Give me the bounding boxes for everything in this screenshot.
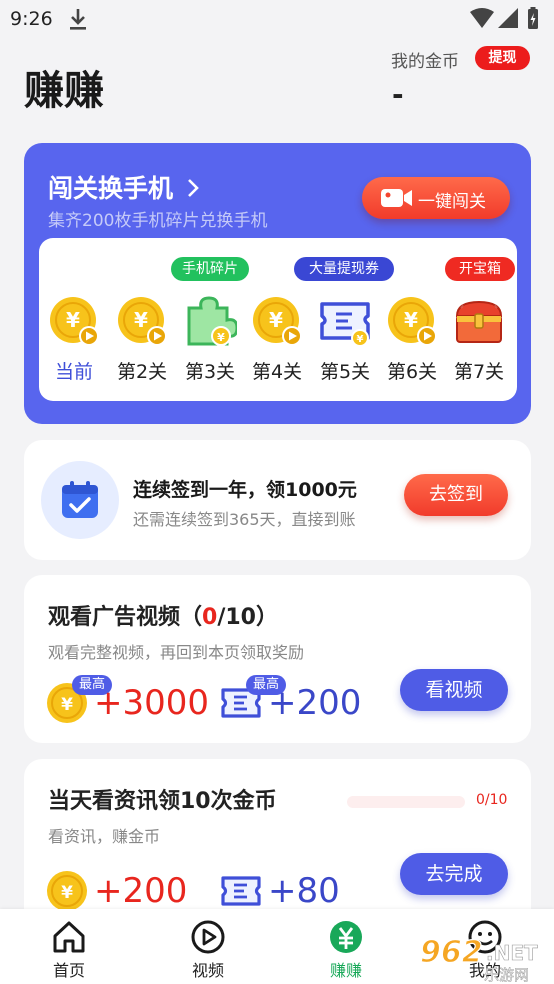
nav-label: 首页 bbox=[52, 961, 85, 980]
watermark-logo: 962 .NET 乐游网 bbox=[419, 934, 538, 984]
title-suffix: /10） bbox=[217, 605, 278, 630]
levels-panel: ¥ 当前 ¥ 第2关 手机碎片 ¥ 第3关 ¥ 第4关 大量提现券 ¥ 第5关 … bbox=[39, 238, 517, 401]
watch-video-button[interactable]: 看视频 bbox=[400, 669, 508, 711]
treasure-tag: 开宝箱 bbox=[445, 257, 515, 281]
voucher-icon: ¥ bbox=[320, 302, 370, 347]
video-task-subtitle: 观看完整视频，再回到本页领取奖励 bbox=[48, 643, 305, 662]
voucher-reward: 最高 +200 bbox=[220, 675, 380, 725]
cell-signal-icon bbox=[498, 8, 518, 28]
voucher-reward-value: +80 bbox=[268, 871, 340, 911]
complete-news-button[interactable]: 去完成 bbox=[400, 853, 508, 895]
level-name: 第5关 bbox=[319, 361, 371, 383]
challenge-title-link[interactable]: 闯关换手机 bbox=[48, 169, 200, 205]
svg-text:.NET: .NET bbox=[486, 941, 538, 965]
signal-battery-icons bbox=[470, 7, 538, 29]
coin-reward-value: +200 bbox=[94, 871, 188, 911]
coin-play-icon: ¥ bbox=[253, 297, 302, 346]
one-key-label: 一键闯关 bbox=[418, 192, 486, 212]
calendar-badge bbox=[41, 461, 119, 539]
nav-label: 视频 bbox=[191, 961, 224, 980]
checkin-title: 连续签到一年，领1000元 bbox=[133, 479, 357, 501]
nav-home[interactable]: 首页 bbox=[29, 909, 109, 984]
nav-label: 赚赚 bbox=[329, 961, 362, 980]
svg-text:¥: ¥ bbox=[404, 308, 418, 332]
svg-text:¥: ¥ bbox=[134, 308, 148, 332]
checkin-button[interactable]: 去签到 bbox=[404, 474, 508, 516]
coin-reward: ¥ 最高 +3000 bbox=[46, 675, 226, 725]
challenge-subtitle: 集齐200枚手机碎片兑换手机 bbox=[48, 211, 268, 231]
coin-play-icon: ¥ bbox=[50, 297, 99, 346]
news-task-subtitle: 看资讯，赚金币 bbox=[48, 827, 161, 846]
voucher-icon bbox=[221, 876, 261, 906]
news-task-card: 当天看资讯领10次金币 0/10 看资讯，赚金币 ¥ +200 +80 去完成 bbox=[24, 759, 531, 919]
video-play-icon bbox=[191, 920, 225, 954]
nav-video[interactable]: 视频 bbox=[168, 909, 248, 984]
watched-count: 0 bbox=[202, 605, 218, 630]
nav-earn[interactable]: 赚赚 bbox=[306, 909, 386, 984]
level-7[interactable]: 开宝箱 第7关 bbox=[445, 238, 515, 401]
phone-fragment-tag: 手机碎片 bbox=[171, 257, 249, 281]
news-task-title: 当天看资讯领10次金币 bbox=[48, 789, 277, 814]
level-5[interactable]: 大量提现券 ¥ 第5关 bbox=[294, 238, 394, 401]
voucher-reward-value: +200 bbox=[268, 683, 362, 723]
news-progress-bar bbox=[347, 796, 465, 808]
treasure-chest-icon bbox=[455, 300, 503, 343]
level-name: 第7关 bbox=[453, 361, 505, 383]
one-key-challenge-button[interactable]: 一键闯关 bbox=[362, 177, 510, 219]
level-name: 第2关 bbox=[116, 361, 168, 383]
voucher-reward: +80 bbox=[220, 867, 370, 913]
home-icon bbox=[53, 921, 85, 953]
coin-reward: ¥ +200 bbox=[46, 867, 216, 913]
level-6[interactable]: ¥ 第6关 bbox=[379, 238, 445, 401]
puzzle-piece-icon: ¥ bbox=[187, 296, 237, 346]
coin-play-icon: ¥ bbox=[388, 297, 437, 346]
checkin-subtitle: 还需连续签到365天，直接到账 bbox=[133, 510, 356, 529]
download-icon bbox=[70, 9, 86, 30]
coins-balance: - bbox=[392, 78, 404, 111]
coin-reward-value: +3000 bbox=[94, 683, 210, 723]
svg-text:乐游网: 乐游网 bbox=[484, 966, 529, 984]
challenge-title: 闯关换手机 bbox=[48, 174, 174, 203]
calendar-check-icon bbox=[62, 481, 98, 518]
video-task-title: 观看广告视频（0/10） bbox=[48, 599, 278, 631]
level-2[interactable]: ¥ 第2关 bbox=[109, 238, 175, 401]
my-coins-label: 我的金币 bbox=[391, 52, 459, 72]
level-name: 第6关 bbox=[386, 361, 438, 383]
level-name: 第3关 bbox=[184, 361, 236, 383]
svg-text:¥: ¥ bbox=[61, 883, 73, 903]
video-task-card: 观看广告视频（0/10） 观看完整视频，再回到本页领取奖励 ¥ 最高 +3000… bbox=[24, 575, 531, 743]
level-current[interactable]: ¥ 当前 bbox=[41, 238, 107, 401]
title-prefix: 观看广告视频（ bbox=[48, 605, 203, 630]
svg-text:¥: ¥ bbox=[61, 695, 73, 715]
chevron-right-icon bbox=[187, 179, 199, 197]
checkin-card: 连续签到一年，领1000元 还需连续签到365天，直接到账 去签到 bbox=[24, 440, 531, 560]
status-time: 9:26 bbox=[10, 8, 53, 30]
page-title: 赚赚 bbox=[24, 68, 104, 114]
coin-play-icon: ¥ bbox=[118, 297, 167, 346]
wifi-icon bbox=[470, 8, 494, 28]
svg-text:962: 962 bbox=[420, 935, 483, 970]
news-progress-text: 0/10 bbox=[476, 792, 508, 808]
challenge-card: 闯关换手机 集齐200枚手机碎片兑换手机 一键闯关 ¥ 当前 ¥ 第2关 手机碎… bbox=[24, 143, 531, 424]
coin-icon: ¥ bbox=[47, 871, 87, 911]
status-bar: 9:26 bbox=[0, 0, 554, 40]
camera-icon bbox=[381, 189, 412, 207]
level-name: 第4关 bbox=[251, 361, 303, 383]
withdraw-button[interactable]: 提现 bbox=[475, 46, 530, 70]
svg-text:¥: ¥ bbox=[357, 334, 364, 345]
svg-text:¥: ¥ bbox=[66, 308, 80, 332]
level-name: 当前 bbox=[54, 361, 93, 383]
svg-text:¥: ¥ bbox=[269, 308, 283, 332]
svg-text:¥: ¥ bbox=[217, 331, 225, 344]
yuan-coin-icon bbox=[330, 921, 362, 953]
level-3[interactable]: 手机碎片 ¥ 第3关 bbox=[171, 238, 249, 401]
